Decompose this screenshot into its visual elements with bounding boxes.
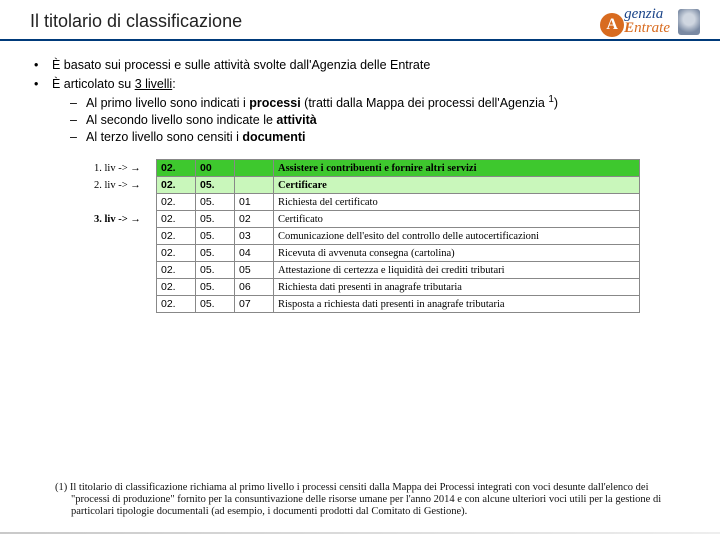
footnote: (1) Il titolario di classificazione rich… [55,482,680,518]
row6-c2: 05. [196,245,235,262]
sub1-post: (tratti dalla Mappa dei processi dell'Ag… [301,96,549,110]
logo-letter-e: E [624,20,634,36]
logo-line2: ntrate [634,20,670,36]
sub-bullet-1: Al primo livello sono indicati i process… [70,95,690,112]
row8-c1: 02. [157,279,196,296]
table-row-level3: 3. liv -> → 02. 05. 02 Certificato [90,211,640,228]
row4-c2: 05. [196,211,235,228]
row9-desc: Risposta a richiesta dati presenti in an… [274,296,640,313]
bullet-1-text: È basato sui processi e sulle attività s… [52,58,430,72]
content: È basato sui processi e sulle attività s… [0,41,720,313]
row4-c3: 02 [235,211,274,228]
row4-c1: 02. [157,211,196,228]
row1-c3 [235,160,274,177]
sub2-bold: attività [276,113,316,127]
sub-bullet-3: Al terzo livello sono censiti i document… [70,129,690,146]
row1-c1: 02. [157,160,196,177]
row2-c1: 02. [157,177,196,194]
bullet-list: È basato sui processi e sulle attività s… [30,57,690,145]
sub2-pre: Al secondo livello sono indicate le [86,113,276,127]
row4-label: 3. liv -> [94,214,130,225]
row5-c3: 03 [235,228,274,245]
sub3-pre: Al terzo livello sono censiti i [86,130,242,144]
row9-c3: 07 [235,296,274,313]
footnote-text: (1) Il titolario di classificazione rich… [55,482,680,518]
row5-c1: 02. [157,228,196,245]
row7-c1: 02. [157,262,196,279]
table-row: 02. 05. 01 Richiesta del certificato [90,194,640,211]
slide-title: Il titolario di classificazione [30,11,242,32]
row8-c2: 05. [196,279,235,296]
table-row: 02. 05. 05 Attestazione di certezza e li… [90,262,640,279]
classification-table: 1. liv -> → 02. 00 Assistere i contribue… [90,159,640,313]
bullet-2-pre: È articolato su [52,77,135,91]
row5-c2: 05. [196,228,235,245]
row3-label [90,194,157,211]
sub3-bold: documenti [242,130,305,144]
logo-text: genzia Entrate [624,8,670,35]
footer-rule [0,532,720,534]
row7-c2: 05. [196,262,235,279]
row9-c1: 02. [157,296,196,313]
table-row: 02. 05. 04 Ricevuta di avvenuta consegna… [90,245,640,262]
row9-c2: 05. [196,296,235,313]
row6-c3: 04 [235,245,274,262]
table-row-level1: 1. liv -> → 02. 00 Assistere i contribue… [90,160,640,177]
bullet-2-post: : [172,77,175,91]
row3-c3: 01 [235,194,274,211]
logo-letter-a-icon: A [600,13,624,37]
row8-c3: 06 [235,279,274,296]
arrow-icon: → [130,163,141,174]
row1-label: 1. liv -> [94,163,130,174]
sub-bullet-list: Al primo livello sono indicati i process… [52,95,690,146]
sub1-bold: processi [249,96,300,110]
bullet-2: È articolato su 3 livelli: Al primo live… [30,76,690,146]
row1-desc: Assistere i contribuenti e fornire altri… [274,160,640,177]
header: Il titolario di classificazione A genzia… [0,0,720,41]
row3-c1: 02. [157,194,196,211]
table-row-level2: 2. liv -> → 02. 05. Certificare [90,177,640,194]
row3-c2: 05. [196,194,235,211]
table-row: 02. 05. 03 Comunicazione dell'esito del … [90,228,640,245]
row8-desc: Richiesta dati presenti in anagrafe trib… [274,279,640,296]
sub1-pre: Al primo livello sono indicati i [86,96,249,110]
arrow-icon: → [130,214,141,225]
row6-c1: 02. [157,245,196,262]
row2-label: 2. liv -> [94,180,130,191]
row2-c2: 05. [196,177,235,194]
bullet-1: È basato sui processi e sulle attività s… [30,57,690,74]
bullet-2-underline: 3 livelli [135,77,173,91]
row2-c3 [235,177,274,194]
table-row: 02. 05. 07 Risposta a richiesta dati pre… [90,296,640,313]
row2-desc: Certificare [274,177,640,194]
row7-desc: Attestazione di certezza e liquidità dei… [274,262,640,279]
row6-desc: Ricevuta di avvenuta consegna (cartolina… [274,245,640,262]
arrow-icon: → [130,180,141,191]
sub1-close: ) [554,96,558,110]
sub-bullet-2: Al secondo livello sono indicate le atti… [70,112,690,129]
row4-desc: Certificato [274,211,640,228]
slide: Il titolario di classificazione A genzia… [0,0,720,540]
row3-desc: Richiesta del certificato [274,194,640,211]
row7-c3: 05 [235,262,274,279]
table-row: 02. 05. 06 Richiesta dati presenti in an… [90,279,640,296]
row1-c2: 00 [196,160,235,177]
republic-emblem-icon [678,9,700,35]
row5-desc: Comunicazione dell'esito del controllo d… [274,228,640,245]
agenzia-entrate-logo: A genzia Entrate [608,8,700,35]
